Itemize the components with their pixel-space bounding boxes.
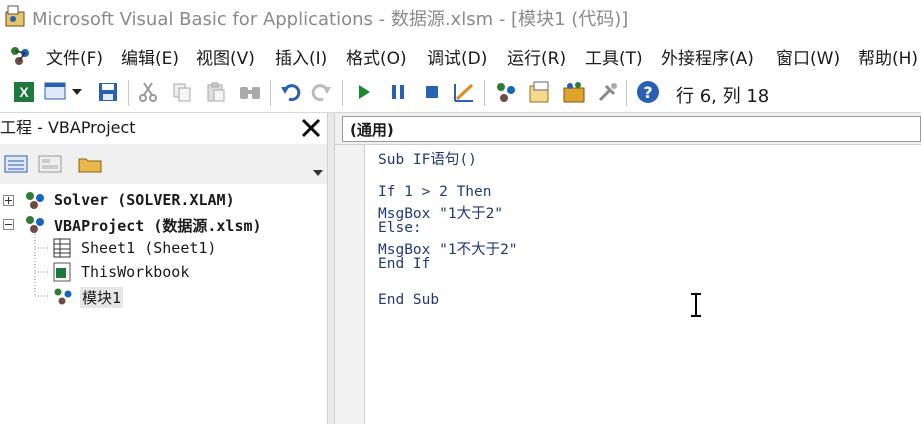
menu-view[interactable]: 视图(V) [196, 44, 255, 69]
object-browser-icon[interactable] [562, 80, 586, 104]
svg-text:X: X [19, 84, 29, 100]
dropdown-arrow-icon[interactable] [70, 80, 84, 104]
break-icon[interactable] [386, 80, 410, 104]
code-line: Sub IF语句() [378, 152, 477, 168]
code-margin-indicator-bar[interactable] [335, 145, 365, 424]
tree-item-vbaproject[interactable]: VBAProject (数据源.xlsm) [54, 215, 262, 236]
menu-format[interactable]: 格式(O) [346, 44, 407, 69]
view-object-icon[interactable] [38, 152, 62, 176]
menu-addins[interactable]: 外接程序(A) [661, 44, 754, 69]
code-line: End Sub [378, 292, 440, 308]
toolbar-separator [626, 80, 627, 106]
menu-window[interactable]: 窗口(W) [776, 44, 840, 69]
toolbar-separator [128, 80, 129, 106]
paste-icon[interactable] [204, 80, 228, 104]
collapse-icon[interactable] [3, 219, 14, 230]
menu-help[interactable]: 帮助(H) [858, 44, 918, 69]
save-icon[interactable] [96, 80, 120, 104]
pane-splitter[interactable] [327, 113, 335, 424]
menu-file[interactable]: 文件(F) [46, 44, 103, 69]
properties-window-icon[interactable] [528, 80, 552, 104]
object-dropdown[interactable] [342, 116, 921, 142]
menu-run[interactable]: 运行(R) [507, 44, 566, 69]
toolbar-separator [342, 80, 343, 106]
undo-icon[interactable] [278, 80, 302, 104]
project-explorer-icon[interactable] [494, 80, 518, 104]
menu-debug[interactable]: 调试(D) [427, 44, 487, 69]
document-system-icon[interactable] [8, 44, 34, 68]
code-line: If 1 > 2 Then [378, 184, 492, 200]
workbook-icon [53, 262, 71, 282]
tree-connector [34, 234, 50, 297]
toolbar-separator [484, 80, 485, 106]
reset-icon[interactable] [420, 80, 444, 104]
close-icon[interactable] [298, 115, 324, 141]
tree-item-module1[interactable]: 模块1 [80, 287, 124, 308]
vba-app-icon [5, 5, 25, 27]
text-cursor-ibeam-icon [691, 293, 701, 317]
insert-userform-icon[interactable] [44, 80, 68, 104]
project-panel-title: 工程 - VBAProject [0, 118, 136, 137]
cut-icon[interactable] [136, 80, 160, 104]
copy-icon[interactable] [170, 80, 194, 104]
tree-item-thisworkbook[interactable]: ThisWorkbook [81, 263, 189, 281]
find-icon[interactable] [238, 80, 262, 104]
tree-item-solver[interactable]: Solver (SOLVER.XLAM) [54, 191, 235, 209]
toggle-folders-icon[interactable] [78, 152, 102, 176]
window-title: Microsoft Visual Basic for Applications … [32, 9, 629, 30]
run-icon[interactable] [352, 80, 376, 104]
menu-tools[interactable]: 工具(T) [585, 44, 643, 69]
menu-edit[interactable]: 编辑(E) [121, 44, 179, 69]
code-line: Else: [378, 220, 422, 236]
toolbox-icon[interactable] [596, 80, 620, 104]
worksheet-icon [53, 238, 71, 258]
module-icon [54, 288, 72, 305]
cursor-position-label: 行 6, 列 18 [676, 86, 770, 107]
redo-icon[interactable] [310, 80, 334, 104]
code-line: End If [378, 256, 431, 272]
view-code-icon[interactable] [4, 152, 28, 176]
design-mode-icon[interactable] [452, 80, 476, 104]
toolbar-separator [270, 80, 271, 106]
excel-icon[interactable]: X [12, 80, 36, 104]
vba-project-icon [26, 216, 44, 233]
menu-insert[interactable]: 插入(I) [275, 44, 327, 69]
object-dropdown-value: (通用) [350, 121, 394, 139]
help-icon[interactable]: ? [636, 80, 660, 104]
project-panel-scrollbar[interactable] [309, 144, 327, 184]
vba-project-icon [26, 192, 44, 209]
expand-icon[interactable] [3, 195, 14, 206]
tree-item-sheet1[interactable]: Sheet1 (Sheet1) [81, 239, 216, 257]
svg-text:?: ? [643, 83, 652, 102]
